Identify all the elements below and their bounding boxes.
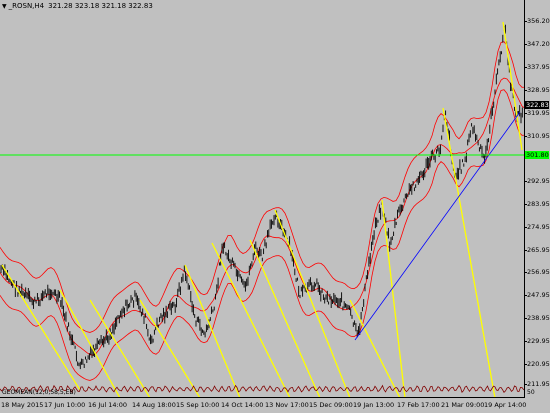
y-tick: 211.95 — [524, 380, 550, 388]
yellow-trend-line — [442, 107, 496, 397]
y-tick: 256.95 — [524, 268, 550, 276]
x-tick: 14 Aug 18:00 — [132, 401, 176, 409]
upper-band — [0, 41, 524, 333]
x-tick: 16 Jul 14:00 — [88, 401, 127, 409]
triangle-down-icon[interactable]: ▼ — [2, 3, 7, 10]
y-tick: 347.20 — [524, 40, 550, 48]
lower-band — [0, 89, 524, 381]
x-tick: 19 Apr 14:00 — [484, 401, 527, 409]
last-price-label: 322.83 — [525, 101, 549, 109]
chart-header: ▼ _ROSN,H4 321.28 323.18 321.18 322.83 — [2, 2, 157, 10]
yellow-trend-line — [249, 239, 321, 397]
chart-window[interactable]: ▼ _ROSN,H4 321.28 323.18 321.18 322.83 GEO… — [0, 0, 550, 413]
x-tick: 21 Mar 09:00 — [441, 401, 485, 409]
x-tick: 17 Jun 10:00 — [44, 401, 86, 409]
x-tick: 14 Oct 14:00 — [221, 401, 264, 409]
yellow-trend-line — [59, 289, 121, 397]
y-tick: 283.95 — [524, 200, 550, 208]
yellow-trend-line — [349, 299, 401, 397]
x-tick: 13 Nov 17:00 — [265, 401, 309, 409]
x-tick: 15 Sep 10:00 — [176, 401, 220, 409]
yellow-trend-line — [1, 264, 81, 391]
ohlc-values: 321.28 323.18 321.18 322.83 — [48, 2, 153, 10]
y-tick: 319.95 — [524, 109, 550, 117]
price-chart-svg[interactable] — [0, 0, 525, 398]
y-tick: 310.95 — [524, 132, 550, 140]
y-tick: 292.95 — [524, 177, 550, 185]
y-tick: 337.95 — [524, 63, 550, 71]
x-tick: 15 Dec 09:00 — [309, 401, 353, 409]
price-axis[interactable]: 356.20 347.20 337.95 328.95 319.95 310.9… — [524, 0, 550, 398]
y-tick: 238.95 — [524, 314, 550, 322]
y-tick: 274.95 — [524, 223, 550, 231]
x-tick: 17 Feb 17:00 — [397, 401, 440, 409]
oscillator-level-label: 50 — [527, 389, 535, 396]
y-tick: 265.95 — [524, 246, 550, 254]
symbol-label: _ROSN,H4 — [8, 2, 45, 10]
horizontal-line-price-label[interactable]: 301.80 — [525, 151, 549, 159]
x-tick: 18 May 2015 — [1, 401, 44, 409]
price-chart-area[interactable]: ▼ _ROSN,H4 321.28 323.18 321.18 322.83 GEO… — [0, 0, 525, 398]
y-tick: 220.95 — [524, 360, 550, 368]
yellow-trend-line — [502, 21, 523, 151]
y-tick: 356.20 — [524, 17, 550, 25]
y-tick: 247.95 — [524, 291, 550, 299]
y-tick: 328.95 — [524, 86, 550, 94]
oscillator-label: GEOMEAN(12,0,58,5,EB) — [2, 389, 76, 396]
y-tick: 229.95 — [524, 337, 550, 345]
x-tick: 19 Jan 13:00 — [353, 401, 395, 409]
time-axis[interactable]: 18 May 2015 17 Jun 10:00 16 Jul 14:00 14… — [0, 398, 527, 413]
